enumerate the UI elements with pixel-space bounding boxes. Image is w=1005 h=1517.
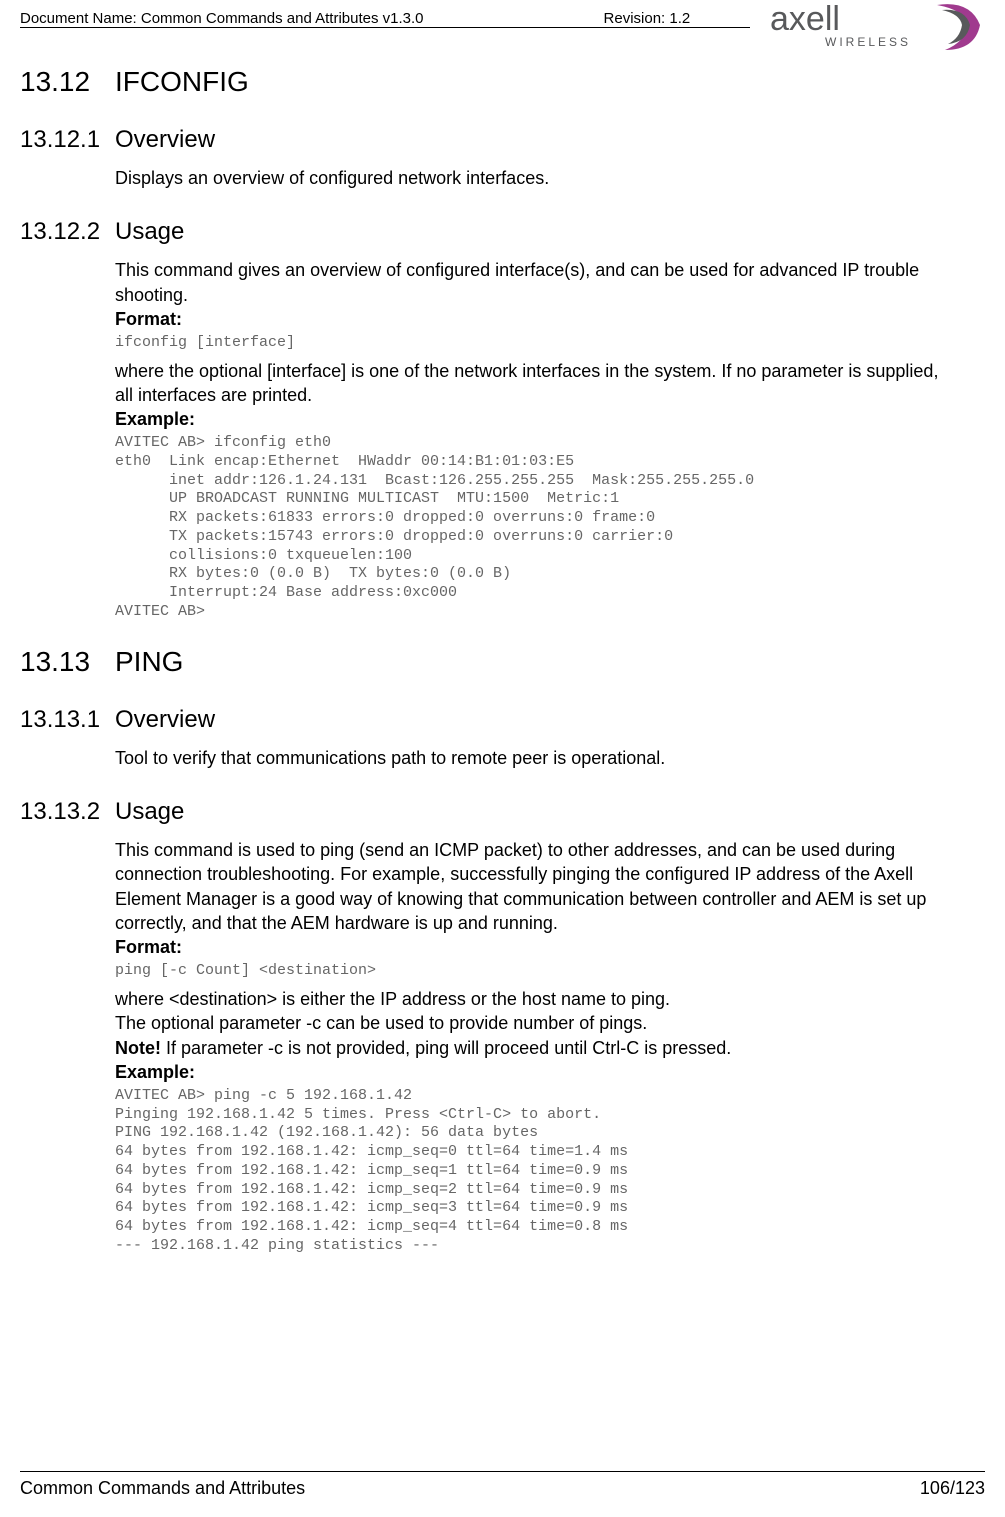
where-text-2: The optional parameter -c can be used to…	[115, 1011, 955, 1035]
logo-swoosh-icon	[937, 4, 980, 50]
where-text-1: where <destination> is either the IP add…	[115, 987, 955, 1011]
revision: Revision: 1.2	[604, 10, 691, 27]
footer-rule	[20, 1471, 985, 1472]
note-text: If parameter -c is not provided, ping wi…	[161, 1038, 731, 1058]
section-13-13: 13.13 PING	[20, 646, 985, 678]
format-label: Format:	[115, 309, 955, 330]
subsection-13-13-1: 13.13.1 Overview	[20, 706, 985, 734]
overview-text: Tool to verify that communications path …	[115, 746, 955, 770]
example-label: Example:	[115, 1062, 955, 1083]
section-title: IFCONFIG	[115, 66, 249, 98]
example-code: AVITEC AB> ifconfig eth0 eth0 Link encap…	[115, 434, 955, 622]
page-content: 13.12 IFCONFIG 13.12.1 Overview Displays…	[0, 28, 1005, 1256]
section-number: 13.13	[20, 646, 115, 678]
note-line: Note! If parameter -c is not provided, p…	[115, 1036, 955, 1060]
subsection-number: 13.12.1	[20, 126, 115, 154]
format-code: ifconfig [interface]	[115, 334, 955, 353]
page-footer: Common Commands and Attributes 106/123	[0, 1471, 1005, 1499]
subsection-13-13-2: 13.13.2 Usage	[20, 798, 985, 826]
footer-pagenum: 106/123	[920, 1478, 985, 1499]
subsection-13-12-2: 13.12.2 Usage	[20, 218, 985, 246]
overview-body-ping: Tool to verify that communications path …	[115, 746, 955, 770]
subsection-number: 13.13.2	[20, 798, 115, 826]
logo-text-wireless: WIRELESS	[825, 35, 911, 49]
doc-name: Document Name: Common Commands and Attri…	[20, 10, 424, 27]
footer-title: Common Commands and Attributes	[20, 1478, 305, 1499]
subsection-title: Overview	[115, 706, 215, 734]
section-title: PING	[115, 646, 183, 678]
where-text: where the optional [interface] is one of…	[115, 359, 955, 408]
subsection-number: 13.12.2	[20, 218, 115, 246]
subsection-title: Usage	[115, 218, 184, 246]
page-header: Document Name: Common Commands and Attri…	[0, 0, 1005, 27]
overview-body: Displays an overview of configured netwo…	[115, 166, 955, 190]
subsection-title: Usage	[115, 798, 184, 826]
section-13-12: 13.12 IFCONFIG	[20, 66, 985, 98]
usage-intro: This command gives an overview of config…	[115, 258, 955, 307]
header-text-row: Document Name: Common Commands and Attri…	[20, 8, 690, 27]
footer-row: Common Commands and Attributes 106/123	[20, 1478, 985, 1499]
usage-body-ifconfig: This command gives an overview of config…	[115, 258, 955, 621]
example-label: Example:	[115, 409, 955, 430]
usage-intro: This command is used to ping (send an IC…	[115, 838, 955, 935]
overview-text: Displays an overview of configured netwo…	[115, 166, 955, 190]
logo-text-axell: axell	[770, 0, 840, 38]
subsection-title: Overview	[115, 126, 215, 154]
axell-logo: axell WIRELESS	[770, 0, 985, 60]
subsection-13-12-1: 13.12.1 Overview	[20, 126, 985, 154]
format-code: ping [-c Count] <destination>	[115, 962, 955, 981]
example-code: AVITEC AB> ping -c 5 192.168.1.42 Pingin…	[115, 1087, 955, 1256]
subsection-number: 13.13.1	[20, 706, 115, 734]
note-bold: Note!	[115, 1038, 161, 1058]
section-number: 13.12	[20, 66, 115, 98]
usage-body-ping: This command is used to ping (send an IC…	[115, 838, 955, 1256]
format-label: Format:	[115, 937, 955, 958]
